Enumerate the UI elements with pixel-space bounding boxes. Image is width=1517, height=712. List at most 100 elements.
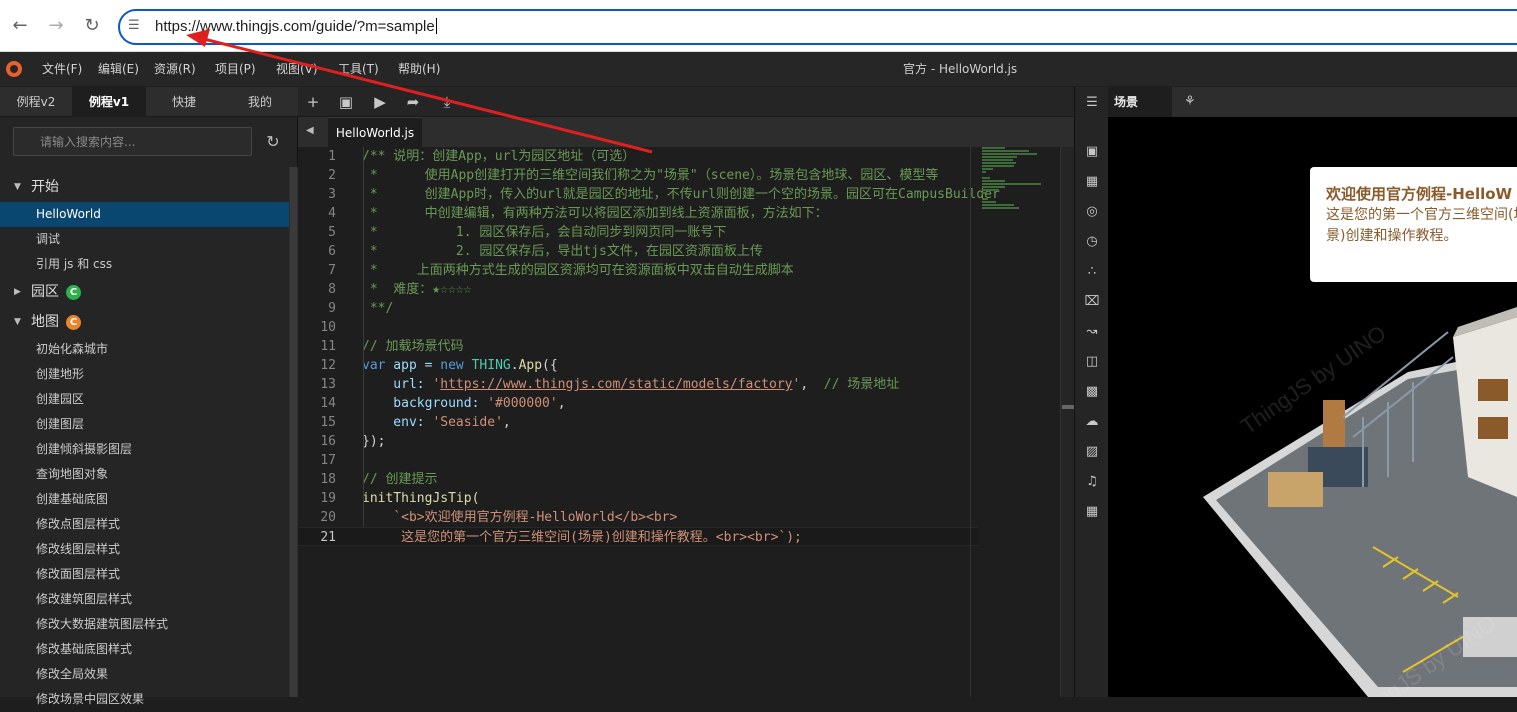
code-line[interactable]: 3 * 创建App时，传入的url就是园区的地址，不传url则创建一个空的场景。… (298, 185, 1000, 204)
menu-edit[interactable]: 编辑(E) (98, 61, 139, 77)
minimap-line (982, 162, 1016, 164)
code-line[interactable]: 4 * 中创建编辑，有两种方法可以将园区添加到线上资源面板，方法如下： (298, 204, 978, 223)
tree-item-map[interactable]: 创建图层 (0, 412, 289, 437)
minimap-line (982, 147, 1005, 149)
back-arrow-icon[interactable]: ← (8, 14, 32, 38)
editor-scrollbar-thumb[interactable] (1062, 405, 1074, 409)
tree-item-map[interactable]: 创建园区 (0, 387, 289, 412)
tab-samples-v1[interactable]: 例程v1 (72, 87, 146, 117)
line-number: 1 (328, 149, 336, 164)
minimap-line (982, 171, 986, 173)
code-line[interactable]: 20 `<b>欢迎使用官方例程-HelloWorld</b><br> (298, 508, 978, 527)
tree-item-map[interactable]: 修改大数据建筑图层样式 (0, 612, 289, 637)
building-icon[interactable]: ▦ (1084, 174, 1100, 190)
code-line[interactable]: 10 (298, 318, 978, 337)
code-line[interactable]: 6 * 2. 园区保存后，导出tjs文件，在园区资源面板上传 (298, 242, 978, 261)
sample-search-input[interactable]: 请输入搜索内容... (13, 127, 252, 156)
tree-item-map[interactable]: 创建基础底图 (0, 487, 289, 512)
code-line[interactable]: 21 这是您的第一个官方三维空间(场景)创建和操作教程。<br><br>`); (298, 527, 978, 546)
cluster-icon[interactable]: ∴ (1084, 264, 1100, 280)
share-icon[interactable]: ➦ (404, 93, 422, 111)
address-bar[interactable]: ☰ https://www.thingjs.com/guide/?m=sampl… (118, 9, 1517, 45)
crop-icon[interactable]: ⌧ (1084, 294, 1100, 310)
tree-item-map[interactable]: 初始化森城市 (0, 337, 289, 362)
code-line[interactable]: 13 url: 'https://www.thingjs.com/static/… (298, 375, 978, 394)
tree-item-map[interactable]: 修改点图层样式 (0, 512, 289, 537)
cloud-icon[interactable]: ☁ (1084, 414, 1100, 430)
tree-item-map[interactable]: 查询地图对象 (0, 462, 289, 487)
file-tab-helloworld[interactable]: HelloWorld.js (328, 117, 422, 147)
cube-icon[interactable]: ▣ (1084, 144, 1100, 160)
menu-view[interactable]: 视图(V) (276, 61, 318, 77)
code-line[interactable]: 18 // 创建提示 (298, 470, 978, 489)
code-line[interactable]: 16}); (298, 432, 978, 451)
grid-icon[interactable]: ▦ (1084, 504, 1100, 520)
code-line[interactable]: 2 * 使用App创建打开的三维空间我们称之为"场景"（scene）。场景包含地… (298, 166, 978, 185)
tree-item-map[interactable]: 创建地形 (0, 362, 289, 387)
code-line[interactable]: 7 * 上面两种方式生成的园区资源均可在资源面板中双击自动生成脚本 (298, 261, 978, 280)
tree-item-map[interactable]: 修改面图层样式 (0, 562, 289, 587)
code-line[interactable]: 11 // 加载场景代码 (298, 337, 978, 356)
tree-item-map[interactable]: 修改线图层样式 (0, 537, 289, 562)
tree-item-map[interactable]: 创建倾斜摄影图层 (0, 437, 289, 462)
tab-samples-v2[interactable]: 例程v2 (0, 87, 72, 117)
menu-resource[interactable]: 资源(R) (154, 61, 196, 77)
left-scrollbar[interactable] (289, 167, 298, 697)
tree-item-map[interactable]: 修改建筑图层样式 (0, 587, 289, 612)
forward-arrow-icon[interactable]: → (44, 14, 68, 38)
code-line[interactable]: 12 var app = new THING.App({ (298, 356, 978, 375)
editor-toolbar: + ▣ ▶ ➦ ⤓ (298, 87, 1074, 117)
left-scrollbar-thumb[interactable] (290, 167, 297, 697)
code-minimap[interactable] (980, 147, 1060, 227)
line-number: 13 (320, 377, 336, 392)
run-icon[interactable]: ▶ (371, 93, 389, 111)
tree-item-helloworld[interactable]: HelloWorld (0, 202, 289, 227)
image-icon[interactable]: ▨ (1084, 444, 1100, 460)
collapse-left-icon[interactable]: ◀ (306, 125, 314, 136)
tab-scene[interactable]: 场景 (1108, 87, 1172, 117)
line-number: 20 (320, 510, 336, 525)
code-line[interactable]: 1 /** 说明：创建App，url为园区地址（可选） (298, 147, 978, 166)
code-line[interactable]: 5 * 1. 园区保存后，会自动同步到网页同一账号下 (298, 223, 978, 242)
code-line[interactable]: 17 (298, 451, 978, 470)
download-icon[interactable]: ⤓ (438, 93, 456, 111)
code-line[interactable]: 8 * 难度：★☆☆☆☆ (298, 280, 978, 299)
tree-item-map[interactable]: 修改全局效果 (0, 662, 289, 687)
tree-group-campus[interactable]: ▶ 园区 C (0, 277, 289, 307)
code-line[interactable]: 19 initThingJsTip( (298, 489, 978, 508)
menu-tools[interactable]: 工具(T) (338, 61, 379, 77)
tree-item-debug[interactable]: 调试 (0, 227, 289, 252)
code-area[interactable]: 1 /** 说明：创建App，url为园区地址（可选） 2 * 使用App创建打开的… (298, 147, 1000, 697)
3d-viewport[interactable]: ThingJS by UINO ThingJS by UINO 欢迎使用官方例程… (1108, 117, 1517, 697)
music-icon[interactable]: ♫ (1084, 474, 1100, 490)
code-line[interactable]: 9 **/ (298, 299, 978, 318)
menu-file[interactable]: 文件(F) (42, 61, 82, 77)
save-icon[interactable]: ▣ (337, 93, 355, 111)
editor-scrollbar[interactable] (1060, 147, 1074, 697)
url-text[interactable]: https://www.thingjs.com/guide/?m=sample (155, 18, 437, 36)
tree-item-include-js-css[interactable]: 引用 js 和 css (0, 252, 289, 277)
tree-group-map[interactable]: ▼ 地图 C (0, 307, 289, 337)
code-line[interactable]: 14 background: '#000000', (298, 394, 978, 413)
settings-sliders-icon[interactable]: ☰ (1084, 95, 1100, 111)
tab-shortcuts[interactable]: 快捷 (146, 87, 222, 117)
tab-mine[interactable]: 我的 (222, 87, 298, 117)
globe-icon[interactable]: ◎ (1084, 204, 1100, 220)
picture-icon[interactable]: ▩ (1084, 384, 1100, 400)
menu-help[interactable]: 帮助(H) (398, 61, 440, 77)
site-settings-icon[interactable]: ☰ (128, 18, 144, 34)
tree-group-start[interactable]: ▼ 开始 (0, 172, 289, 202)
code-line[interactable]: 15 env: 'Seaside', (298, 413, 978, 432)
menu-project[interactable]: 项目(P) (215, 61, 256, 77)
reload-icon[interactable]: ↻ (80, 14, 104, 38)
tree-item-map[interactable]: 修改基础底图样式 (0, 637, 289, 662)
layout-icon[interactable]: ◫ (1084, 354, 1100, 370)
scene-header: 场景 ⚘ (1108, 87, 1517, 117)
expand-right-icon: ▶ (14, 287, 21, 297)
hierarchy-icon[interactable]: ⚘ (1184, 94, 1196, 109)
chart-icon[interactable]: ↝ (1084, 324, 1100, 340)
clock-icon[interactable]: ◷ (1084, 234, 1100, 250)
tree-item-map[interactable]: 修改场景中园区效果 (0, 687, 289, 712)
new-file-icon[interactable]: + (304, 93, 322, 111)
refresh-icon[interactable]: ↻ (264, 133, 282, 151)
